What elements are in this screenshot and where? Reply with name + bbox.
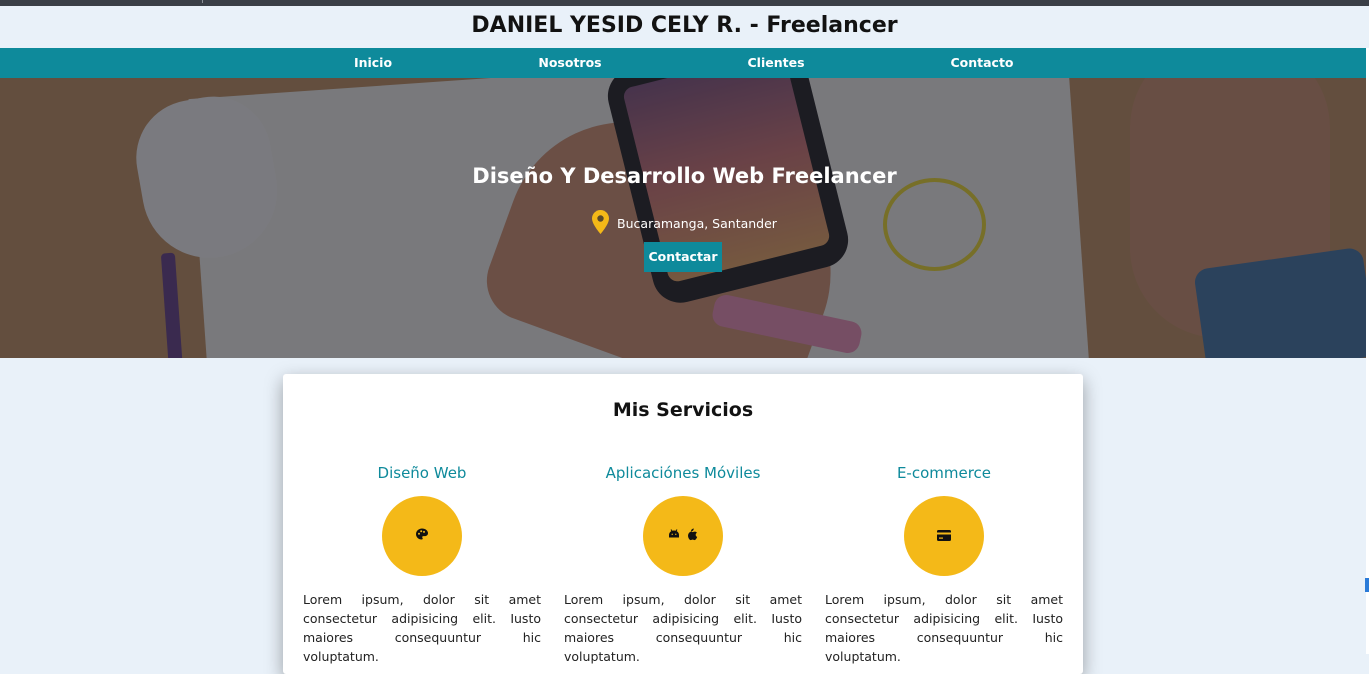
nav-item-clientes[interactable]: Clientes (747, 55, 804, 70)
service-item-mobile-apps: Aplicaciónes Móviles Lorem ipsum, dolor … (564, 464, 802, 666)
service-description: Lorem ipsum, dolor sit amet consectetur … (564, 592, 802, 664)
nav-item-nosotros[interactable]: Nosotros (538, 55, 601, 70)
hero-location: Bucaramanga, Santander (0, 210, 1369, 234)
service-icon-circle (382, 496, 462, 576)
scrollbar-thumb[interactable] (1365, 578, 1369, 592)
credit-card-icon (937, 527, 952, 546)
android-apple-icon (668, 527, 698, 546)
divider (202, 0, 203, 3)
service-item-web-design: Diseño Web Lorem ipsum, dolor sit amet c… (303, 464, 541, 666)
services-title: Mis Servicios (612, 399, 754, 421)
hero-section: Diseño Y Desarrollo Web Freelancer Bucar… (0, 78, 1369, 358)
service-title[interactable]: E-commerce (825, 464, 1063, 482)
main-nav: Inicio Nosotros Clientes Contacto (0, 48, 1369, 78)
hero-title: Diseño Y Desarrollo Web Freelancer (472, 164, 897, 188)
service-title[interactable]: Aplicaciónes Móviles (564, 464, 802, 482)
site-title: DANIEL YESID CELY R. - Freelancer (471, 13, 898, 38)
service-title[interactable]: Diseño Web (303, 464, 541, 482)
nav-item-contacto[interactable]: Contacto (950, 55, 1013, 70)
palette-icon (415, 527, 429, 546)
map-pin-icon (592, 210, 610, 234)
service-description: Lorem ipsum, dolor sit amet consectetur … (303, 592, 541, 664)
service-item-ecommerce: E-commerce Lorem ipsum, dolor sit amet c… (825, 464, 1063, 666)
service-icon-circle (643, 496, 723, 576)
service-description: Lorem ipsum, dolor sit amet consectetur … (825, 592, 1063, 664)
services-card: Mis Servicios Diseño Web Lorem ipsum, do… (283, 374, 1083, 674)
nav-item-inicio[interactable]: Inicio (354, 55, 392, 70)
contact-button[interactable]: Contactar (644, 242, 722, 272)
service-icon-circle (904, 496, 984, 576)
hero-location-text: Bucaramanga, Santander (617, 216, 777, 231)
site-header: DANIEL YESID CELY R. - Freelancer (0, 6, 1369, 48)
